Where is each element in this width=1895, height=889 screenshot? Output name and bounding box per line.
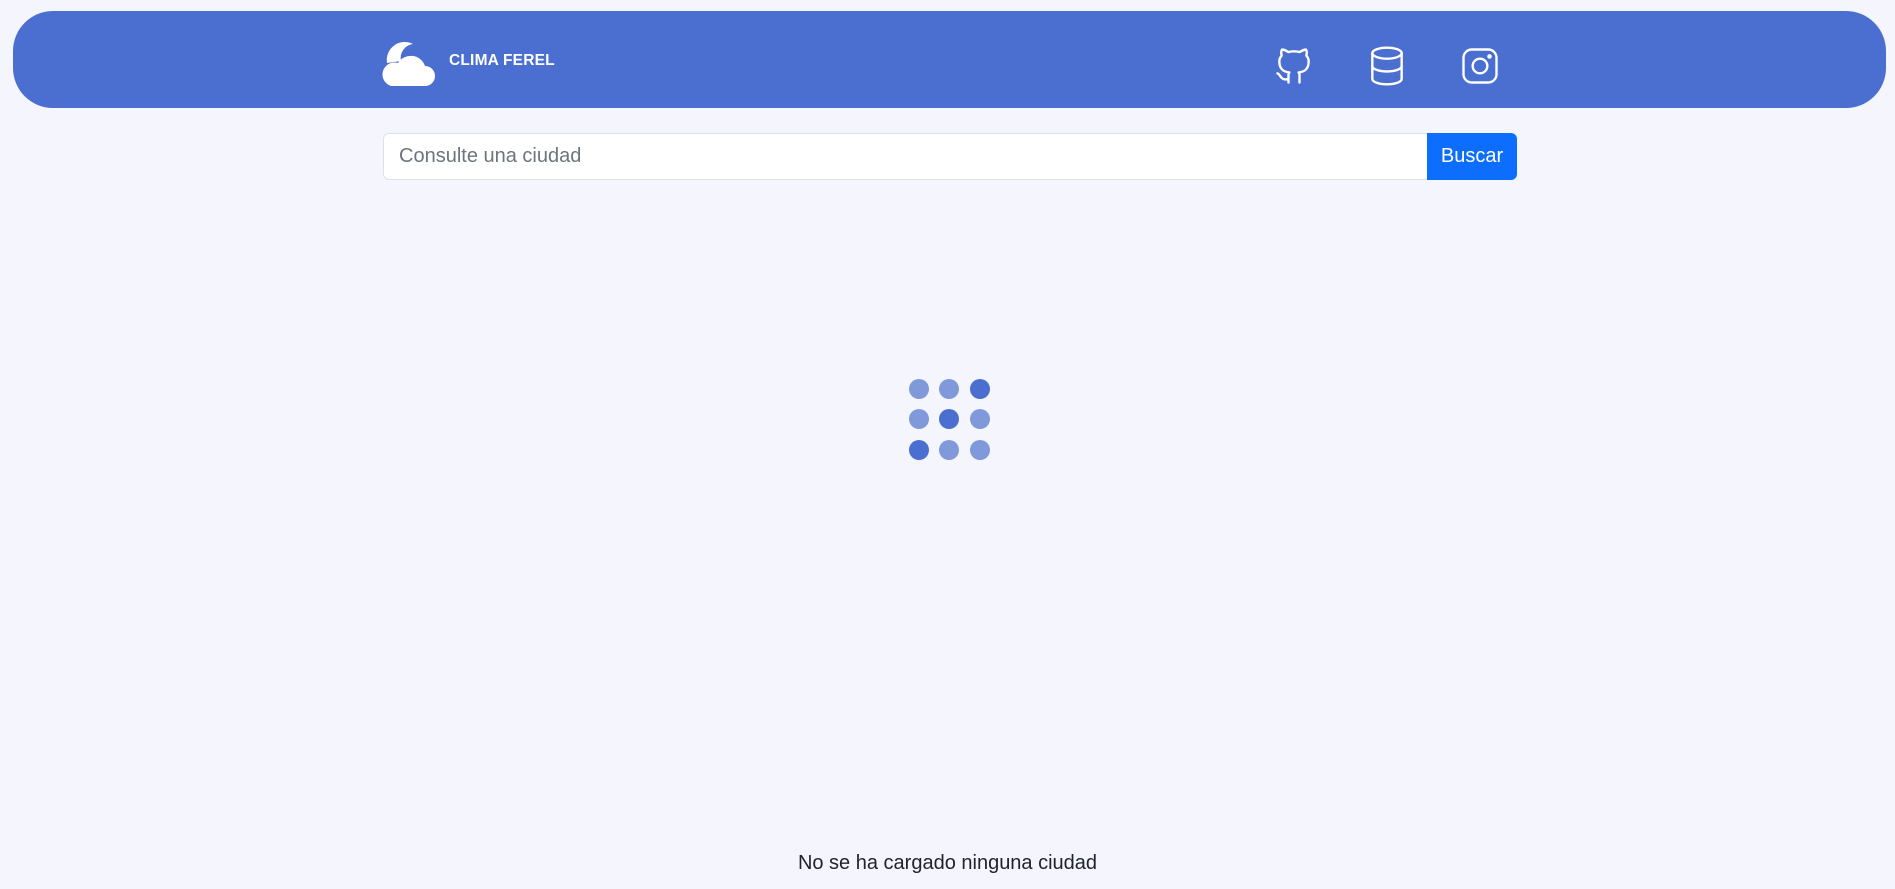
loader-dot — [970, 440, 990, 460]
loader-dot — [939, 409, 959, 429]
navbar: CLIMA FEREL — [13, 11, 1886, 108]
search-form: Buscar — [383, 133, 1517, 180]
search-button[interactable]: Buscar — [1427, 133, 1517, 180]
loader-dot — [939, 379, 959, 399]
instagram-link[interactable] — [1458, 44, 1502, 88]
loader-dot — [909, 379, 929, 399]
cloud-sun-icon — [382, 41, 435, 86]
brand-name: CLIMA FEREL — [449, 52, 555, 69]
status-message: No se ha cargado ninguna ciudad — [797, 852, 1098, 874]
github-link[interactable] — [1272, 44, 1316, 88]
github-icon — [1276, 48, 1310, 84]
database-link[interactable] — [1365, 44, 1409, 88]
instagram-icon — [1462, 48, 1498, 84]
brand-link[interactable]: CLIMA FEREL — [379, 35, 555, 87]
loader-dot — [970, 379, 990, 399]
database-icon — [1371, 46, 1403, 86]
loader-dot — [909, 409, 929, 429]
loader-dot — [939, 440, 959, 460]
loader-dot — [909, 440, 929, 460]
city-search-input[interactable] — [383, 133, 1427, 180]
loader-dot — [970, 409, 990, 429]
loading-spinner — [909, 379, 991, 461]
